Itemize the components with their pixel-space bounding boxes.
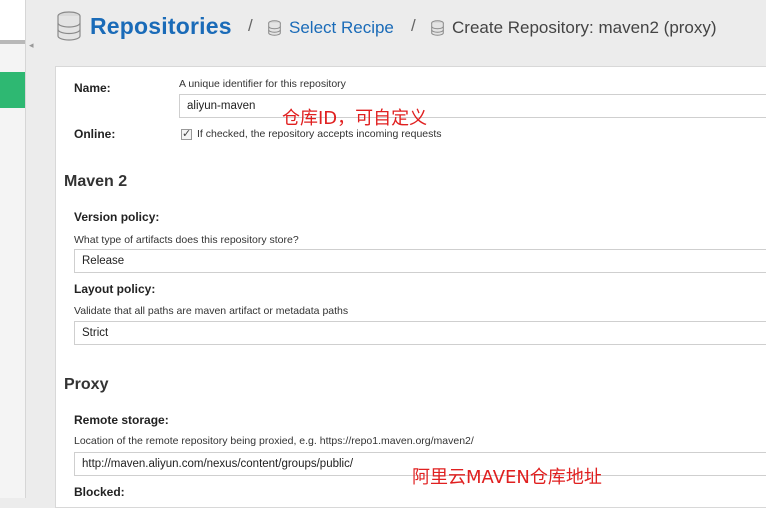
breadcrumb-current: Create Repository: maven2 (proxy): [452, 18, 717, 37]
proxy-section-heading: Proxy: [64, 376, 109, 393]
layout-policy-label: Layout policy:: [74, 282, 156, 296]
breadcrumb-select-recipe[interactable]: Select Recipe: [289, 18, 394, 38]
online-help: If checked, the repository accepts incom…: [197, 128, 442, 140]
version-policy-select[interactable]: Release: [74, 249, 766, 273]
sidebar-item-active[interactable]: [0, 72, 25, 108]
annotation-repo-id: 仓库ID，可自定义: [282, 108, 428, 129]
sidebar-divider: [0, 40, 25, 44]
database-icon: [431, 20, 444, 36]
breadcrumb: Repositories / Select Recipe / Create Re…: [42, 0, 766, 56]
remote-storage-label: Remote storage:: [74, 413, 169, 427]
online-checkbox[interactable]: [181, 127, 192, 140]
breadcrumb-separator: /: [411, 16, 416, 35]
online-label: Online:: [74, 127, 116, 141]
maven-section-heading: Maven 2: [64, 173, 128, 190]
sidebar-top: [0, 0, 25, 40]
version-policy-label: Version policy:: [74, 210, 160, 224]
collapse-icon[interactable]: ◂: [29, 40, 39, 50]
version-policy-help: What type of artifacts does this reposit…: [74, 234, 299, 246]
annotation-remote-url: 阿里云MAVEN仓库地址: [412, 467, 602, 488]
name-label: Name:: [74, 81, 111, 95]
layout-policy-select[interactable]: Strict: [74, 321, 766, 345]
database-icon: [57, 11, 81, 41]
layout-policy-help: Validate that all paths are maven artifa…: [74, 305, 349, 317]
blocked-label: Blocked:: [74, 485, 125, 499]
name-input[interactable]: aliyun-maven: [179, 94, 766, 118]
remote-storage-help: Location of the remote repository being …: [74, 435, 474, 447]
sidebar: [0, 0, 26, 498]
breadcrumb-separator: /: [248, 16, 253, 35]
page-title[interactable]: Repositories: [90, 13, 232, 40]
database-icon: [268, 20, 281, 36]
name-help: A unique identifier for this repository: [179, 78, 346, 90]
